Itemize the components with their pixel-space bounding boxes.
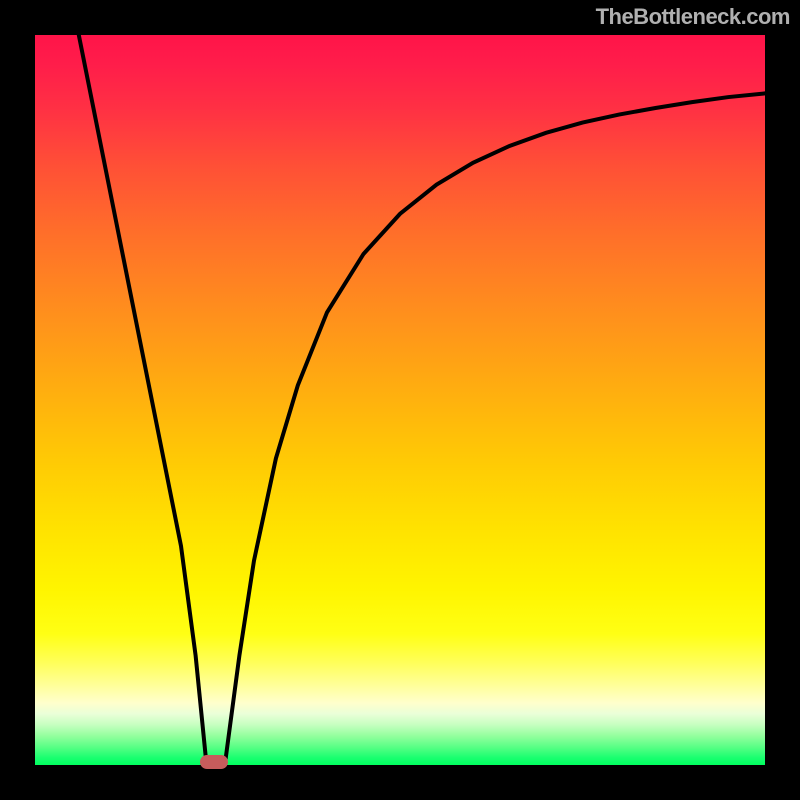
plot-area (35, 35, 765, 765)
chart-frame: TheBottleneck.com (0, 0, 800, 800)
bottleneck-curve (35, 35, 765, 765)
watermark-text: TheBottleneck.com (596, 4, 790, 30)
optimal-marker (200, 755, 228, 769)
